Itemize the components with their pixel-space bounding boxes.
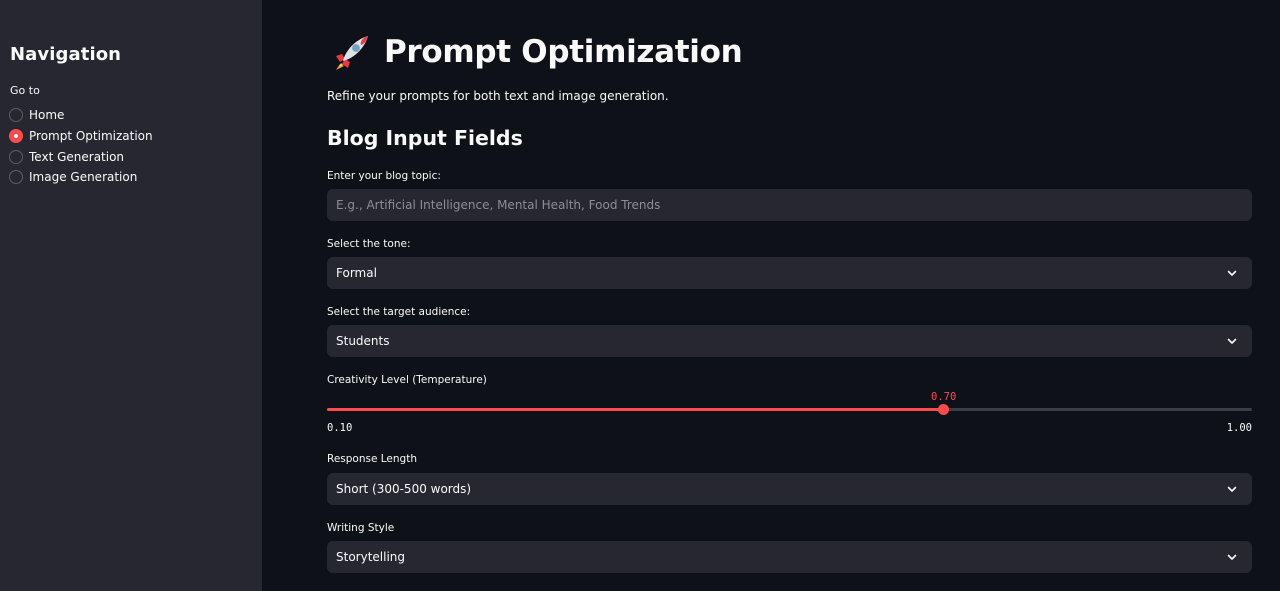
section-title: Blog Input Fields [327, 126, 523, 150]
tone-selected-value: Formal [336, 266, 377, 280]
radio-label: Text Generation [29, 149, 125, 164]
audience-select[interactable]: Students [327, 325, 1252, 357]
radio-label: Prompt Optimization [29, 129, 153, 144]
creativity-slider[interactable] [327, 404, 1252, 415]
page-title: Prompt Optimization [384, 34, 743, 70]
radio-option-text-generation[interactable]: Text Generation [9, 146, 153, 167]
radio-group-label: Go to [10, 84, 40, 97]
topic-input-container [327, 189, 1252, 221]
topic-input[interactable] [336, 189, 1252, 221]
page-header: Prompt Optimization [332, 32, 743, 72]
chevron-down-icon [1227, 554, 1237, 560]
chevron-down-icon [1227, 338, 1237, 344]
navigation-radio-group: Home Prompt Optimization Text Generation… [9, 105, 153, 188]
slider-min-value: 0.10 [327, 422, 353, 434]
length-label: Response Length [327, 453, 417, 465]
audience-label: Select the target audience: [327, 306, 471, 318]
radio-circle[interactable] [9, 149, 23, 164]
chevron-down-icon [1227, 486, 1237, 492]
app: Navigation Go to Home Prompt Optimizatio… [0, 0, 1280, 591]
chevron-down-icon [1227, 270, 1237, 276]
radio-option-home[interactable]: Home [9, 105, 153, 126]
audience-selected-value: Students [336, 334, 390, 348]
tone-select[interactable]: Formal [327, 257, 1252, 289]
creativity-label: Creativity Level (Temperature) [327, 374, 487, 386]
page-subtitle: Refine your prompts for both text and im… [327, 89, 669, 103]
tone-label: Select the tone: [327, 238, 411, 250]
length-select[interactable]: Short (300-500 words) [327, 473, 1252, 505]
radio-circle-selected[interactable] [9, 129, 23, 144]
style-selected-value: Storytelling [336, 550, 406, 564]
slider-max-value: 1.00 [1226, 422, 1252, 434]
style-select[interactable]: Storytelling [327, 541, 1252, 573]
rocket-icon [336, 36, 368, 70]
slider-thumb[interactable] [938, 404, 950, 415]
slider-current-value: 0.70 [931, 391, 957, 403]
radio-label: Home [29, 108, 65, 123]
radio-circle[interactable] [9, 170, 23, 185]
style-label: Writing Style [327, 522, 395, 534]
slider-fill [327, 408, 944, 411]
length-selected-value: Short (300-500 words) [336, 482, 472, 496]
radio-option-prompt-optimization[interactable]: Prompt Optimization [9, 126, 153, 147]
topic-label: Enter your blog topic: [327, 170, 441, 182]
radio-option-image-generation[interactable]: Image Generation [9, 167, 153, 188]
radio-circle[interactable] [9, 108, 23, 123]
sidebar: Navigation Go to Home Prompt Optimizatio… [0, 0, 262, 591]
sidebar-title: Navigation [10, 44, 122, 65]
radio-label: Image Generation [29, 170, 138, 185]
